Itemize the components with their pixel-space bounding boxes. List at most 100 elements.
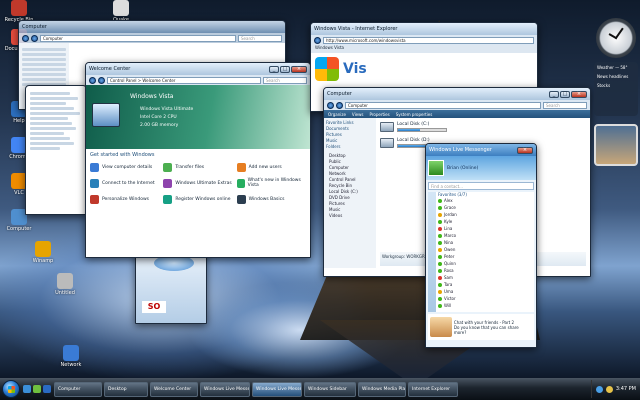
taskbar-button[interactable]: Internet Explorer [408, 381, 458, 397]
feed-line[interactable]: Stocks [597, 83, 635, 88]
network-icon[interactable] [595, 385, 603, 393]
search-input[interactable]: Search [238, 34, 282, 42]
clock-gadget[interactable] [596, 18, 636, 58]
search-input[interactable]: Search [263, 76, 307, 84]
back-icon[interactable] [22, 34, 29, 42]
toolbar-organize[interactable]: Organize [328, 112, 346, 117]
back-icon[interactable] [314, 36, 321, 44]
explorer-back-titlebar[interactable]: Computer [19, 21, 285, 33]
contact-item[interactable]: Will [436, 302, 534, 309]
start-button[interactable] [2, 380, 20, 398]
forward-icon[interactable] [336, 101, 343, 109]
taskbar-button[interactable]: Computer [54, 381, 102, 397]
close-button[interactable]: × [291, 65, 307, 73]
minimize-button[interactable]: _ [549, 90, 559, 98]
maximize-button[interactable]: □ [280, 65, 290, 73]
contact-item[interactable]: Kyle [436, 218, 534, 225]
contact-item[interactable]: Jordan [436, 211, 534, 218]
volume-icon[interactable] [605, 385, 613, 393]
contact-name: Tara [444, 282, 453, 287]
welcome-item[interactable]: Transfer files [163, 160, 232, 174]
welcome-item[interactable]: What's new in Windows Vista [236, 176, 306, 190]
welcome-item[interactable]: View computer details [90, 160, 159, 174]
contact-item[interactable]: Sam [436, 274, 534, 281]
back-icon[interactable] [89, 76, 96, 84]
toolbar-system[interactable]: System properties [396, 112, 433, 117]
contact-item[interactable]: Alex [436, 197, 534, 204]
folder-item[interactable]: Videos [326, 213, 374, 219]
explorer-front-titlebar[interactable]: Computer _ □ × [324, 88, 590, 100]
contact-search-input[interactable]: Find a contact... [428, 182, 534, 190]
switch-windows-icon[interactable] [33, 385, 41, 393]
messenger-titlebar[interactable]: Windows Live Messenger × [426, 144, 536, 156]
ie-tab[interactable]: Windows Vista [311, 45, 537, 53]
address-bar[interactable]: Computer [40, 34, 236, 42]
messenger-user[interactable]: Brian (Online) [447, 166, 478, 171]
contact-item[interactable]: Lina [436, 225, 534, 232]
url-bar[interactable]: http://www.microsoft.com/windowsvista [323, 36, 534, 44]
ie-titlebar[interactable]: Windows Vista - Internet Explorer [311, 23, 537, 35]
tray-clock[interactable]: 3:47 PM [616, 386, 636, 392]
close-button[interactable]: × [571, 90, 587, 98]
hard-drive-icon [380, 122, 394, 132]
contact-item[interactable]: Rosa [436, 267, 534, 274]
media-player-window[interactable]: SO [135, 250, 207, 324]
taskbar-button[interactable]: Desktop [104, 381, 148, 397]
toolbar-properties[interactable]: Properties [370, 112, 390, 117]
messenger-window[interactable]: Windows Live Messenger × Brian (Online) … [425, 143, 537, 348]
drive-item[interactable]: Local Disk (C:) [380, 122, 586, 132]
forward-icon[interactable] [31, 34, 38, 42]
close-button[interactable]: × [517, 146, 533, 154]
contact-item[interactable]: Grace [436, 204, 534, 211]
address-bar[interactable]: Control Panel > Welcome Center [107, 76, 261, 84]
desktop-icon[interactable]: Winamp [26, 241, 60, 264]
contact-item[interactable]: Owen [436, 246, 534, 253]
internet-explorer-icon[interactable] [43, 385, 51, 393]
welcome-item[interactable]: Personalize Windows [90, 192, 159, 206]
welcome-center-window[interactable]: Welcome Center _ □ × Control Panel > Wel… [85, 62, 311, 258]
window-title: Welcome Center [89, 66, 131, 72]
back-icon[interactable] [327, 101, 334, 109]
feed-line[interactable]: Weather — 58° [597, 65, 635, 70]
welcome-titlebar[interactable]: Welcome Center _ □ × [86, 63, 310, 75]
messenger-ad[interactable]: Chat with your friends - Part 2 Do you k… [428, 314, 534, 340]
avatar[interactable] [428, 160, 444, 176]
search-input[interactable]: Search [543, 101, 587, 109]
new-icon [236, 178, 245, 188]
contact-item[interactable]: Victor [436, 295, 534, 302]
folder-tree-window[interactable] [25, 85, 87, 215]
section-label: Get started with Windows [90, 152, 155, 158]
presence-icon [438, 275, 442, 280]
welcome-item[interactable]: Windows Ultimate Extras [163, 176, 232, 190]
contact-item[interactable]: Marco [436, 232, 534, 239]
toolbar-views[interactable]: Views [352, 112, 364, 117]
photo-gadget[interactable] [594, 124, 638, 166]
contact-name: Victor [444, 296, 456, 301]
welcome-addrbar: Control Panel > Welcome Center Search [86, 75, 310, 85]
contact-item[interactable]: Tara [436, 281, 534, 288]
welcome-item[interactable]: Add new users [236, 160, 306, 174]
address-bar[interactable]: Computer [345, 101, 541, 109]
contact-item[interactable]: Uma [436, 288, 534, 295]
desktop-icon[interactable]: Untitled [48, 273, 82, 296]
welcome-item[interactable]: Windows Basics [236, 192, 306, 206]
taskbar-button[interactable]: Welcome Center [150, 381, 198, 397]
welcome-item[interactable]: Connect to the Internet [90, 176, 159, 190]
minimize-button[interactable]: _ [269, 65, 279, 73]
show-desktop-icon[interactable] [23, 385, 31, 393]
nav-link[interactable]: Folders [326, 144, 374, 150]
desktop-icon[interactable]: Network [54, 345, 88, 368]
contact-item[interactable]: Nina [436, 239, 534, 246]
maximize-button[interactable]: □ [560, 90, 570, 98]
contact-item[interactable]: Quinn [436, 260, 534, 267]
taskbar-button[interactable]: Windows Sidebar [304, 381, 356, 397]
taskbar-button[interactable]: Windows Media Player [358, 381, 406, 397]
feed-gadget[interactable]: Weather — 58° News headlines Stocks [594, 62, 638, 116]
feed-line[interactable]: News headlines [597, 74, 635, 79]
contact-item[interactable]: Peter [436, 253, 534, 260]
welcome-item[interactable]: Register Windows online [163, 192, 232, 206]
forward-icon[interactable] [98, 76, 105, 84]
taskbar-button[interactable]: Windows Live Messenger [200, 381, 250, 397]
taskbar-button[interactable]: Windows Live Messenger [252, 381, 302, 397]
ie-addrbar: http://www.microsoft.com/windowsvista [311, 35, 537, 45]
